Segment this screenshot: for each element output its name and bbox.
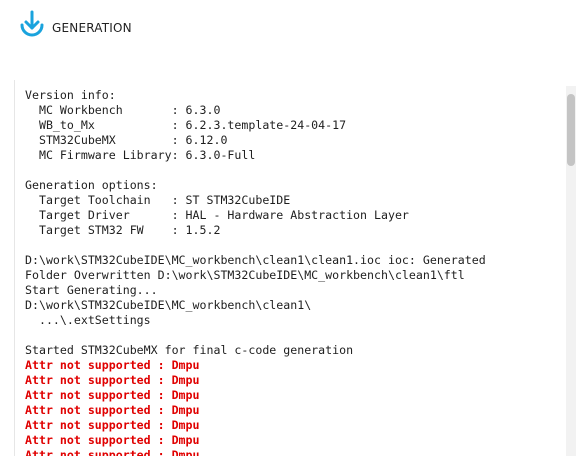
log-line: STM32CubeMX : 6.12.0 xyxy=(25,133,228,147)
log-line-error: Attr not supported : Dmpu xyxy=(25,448,200,456)
log-line: D:\work\STM32CubeIDE\MC_workbench\clean1… xyxy=(25,253,486,267)
log-line: Target Toolchain : ST STM32CubeIDE xyxy=(25,193,291,207)
log-line-error: Attr not supported : Dmpu xyxy=(25,388,200,402)
log-scrollbar[interactable] xyxy=(566,86,576,456)
log-line-blank xyxy=(25,238,560,253)
generation-log-panel[interactable]: Version info: MC Workbench : 6.3.0 WB_to… xyxy=(14,80,577,456)
log-line-error: Attr not supported : Dmpu xyxy=(25,418,200,432)
page-title: GENERATION xyxy=(52,21,132,35)
scrollbar-thumb[interactable] xyxy=(567,94,575,166)
log-line-blank xyxy=(25,328,560,343)
log-line-error: Attr not supported : Dmpu xyxy=(25,358,200,372)
log-line-error: Attr not supported : Dmpu xyxy=(25,433,200,447)
log-line: Version info: xyxy=(25,88,116,102)
log-line: Started STM32CubeMX for final c-code gen… xyxy=(25,343,354,357)
generation-window: GENERATION Version info: MC Workbench : … xyxy=(0,0,580,456)
log-line-blank xyxy=(25,163,560,178)
log-line-error: Attr not supported : Dmpu xyxy=(25,403,200,417)
log-line: Folder Overwritten D:\work\STM32CubeIDE\… xyxy=(25,268,465,282)
log-line: MC Workbench : 6.3.0 xyxy=(25,103,221,117)
log-line-error: Attr not supported : Dmpu xyxy=(25,373,200,387)
log-output: Version info: MC Workbench : 6.3.0 WB_to… xyxy=(25,88,560,456)
log-line: Target STM32 FW : 1.5.2 xyxy=(25,223,221,237)
log-line: MC Firmware Library: 6.3.0-Full xyxy=(25,148,256,162)
log-line: Start Generating... xyxy=(25,283,158,297)
log-line: WB_to_Mx : 6.2.3.template-24-04-17 xyxy=(25,118,347,132)
log-line: ...\.extSettings xyxy=(25,313,151,327)
log-line: D:\work\STM32CubeIDE\MC_workbench\clean1… xyxy=(25,298,312,312)
generation-header: GENERATION xyxy=(18,10,132,46)
download-arrow-icon xyxy=(18,10,46,46)
log-line: Generation options: xyxy=(25,178,158,192)
log-line: Target Driver : HAL - Hardware Abstracti… xyxy=(25,208,409,222)
